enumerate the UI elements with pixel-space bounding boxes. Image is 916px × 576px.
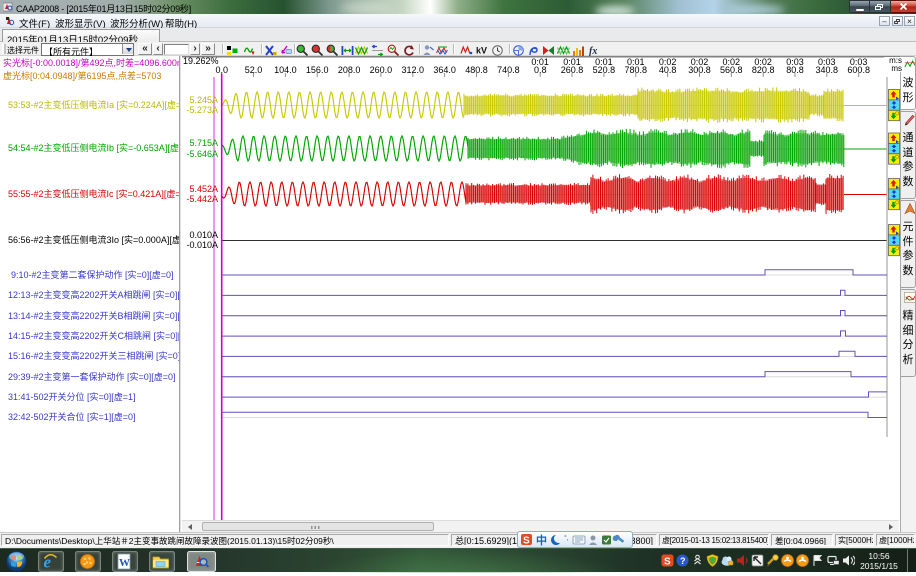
svg-text:740.8: 740.8 xyxy=(497,65,520,75)
svg-text:156.0: 156.0 xyxy=(306,65,329,75)
svg-text:S: S xyxy=(523,536,530,547)
svg-text:340.8: 340.8 xyxy=(816,65,839,75)
svg-text:°,: °, xyxy=(564,534,569,542)
svg-text:中: 中 xyxy=(536,533,547,547)
svg-text:600.8: 600.8 xyxy=(847,65,870,75)
svg-text:820.8: 820.8 xyxy=(752,65,775,75)
svg-text:W: W xyxy=(119,557,130,569)
svg-text:300.8: 300.8 xyxy=(688,65,711,75)
svg-text:52.0: 52.0 xyxy=(245,65,263,75)
svg-text:fx: fx xyxy=(589,46,597,57)
svg-text:104.0: 104.0 xyxy=(274,65,297,75)
svg-text:364.0: 364.0 xyxy=(433,65,456,75)
svg-text:260.0: 260.0 xyxy=(370,65,393,75)
svg-text:?: ? xyxy=(680,556,686,566)
svg-text:480.8: 480.8 xyxy=(465,65,488,75)
svg-text:260.8: 260.8 xyxy=(561,65,584,75)
svg-text:S: S xyxy=(664,557,671,568)
svg-text:40.8: 40.8 xyxy=(659,65,677,75)
svg-text:208.0: 208.0 xyxy=(338,65,361,75)
svg-text:kV: kV xyxy=(476,45,487,55)
svg-text:560.8: 560.8 xyxy=(720,65,743,75)
svg-text:0.8: 0.8 xyxy=(534,65,547,75)
svg-text:19.262%: 19.262% xyxy=(183,56,219,66)
svg-text:520.8: 520.8 xyxy=(593,65,616,75)
svg-text:312.0: 312.0 xyxy=(402,65,425,75)
svg-text:780.8: 780.8 xyxy=(625,65,648,75)
svg-text:80.8: 80.8 xyxy=(786,65,804,75)
